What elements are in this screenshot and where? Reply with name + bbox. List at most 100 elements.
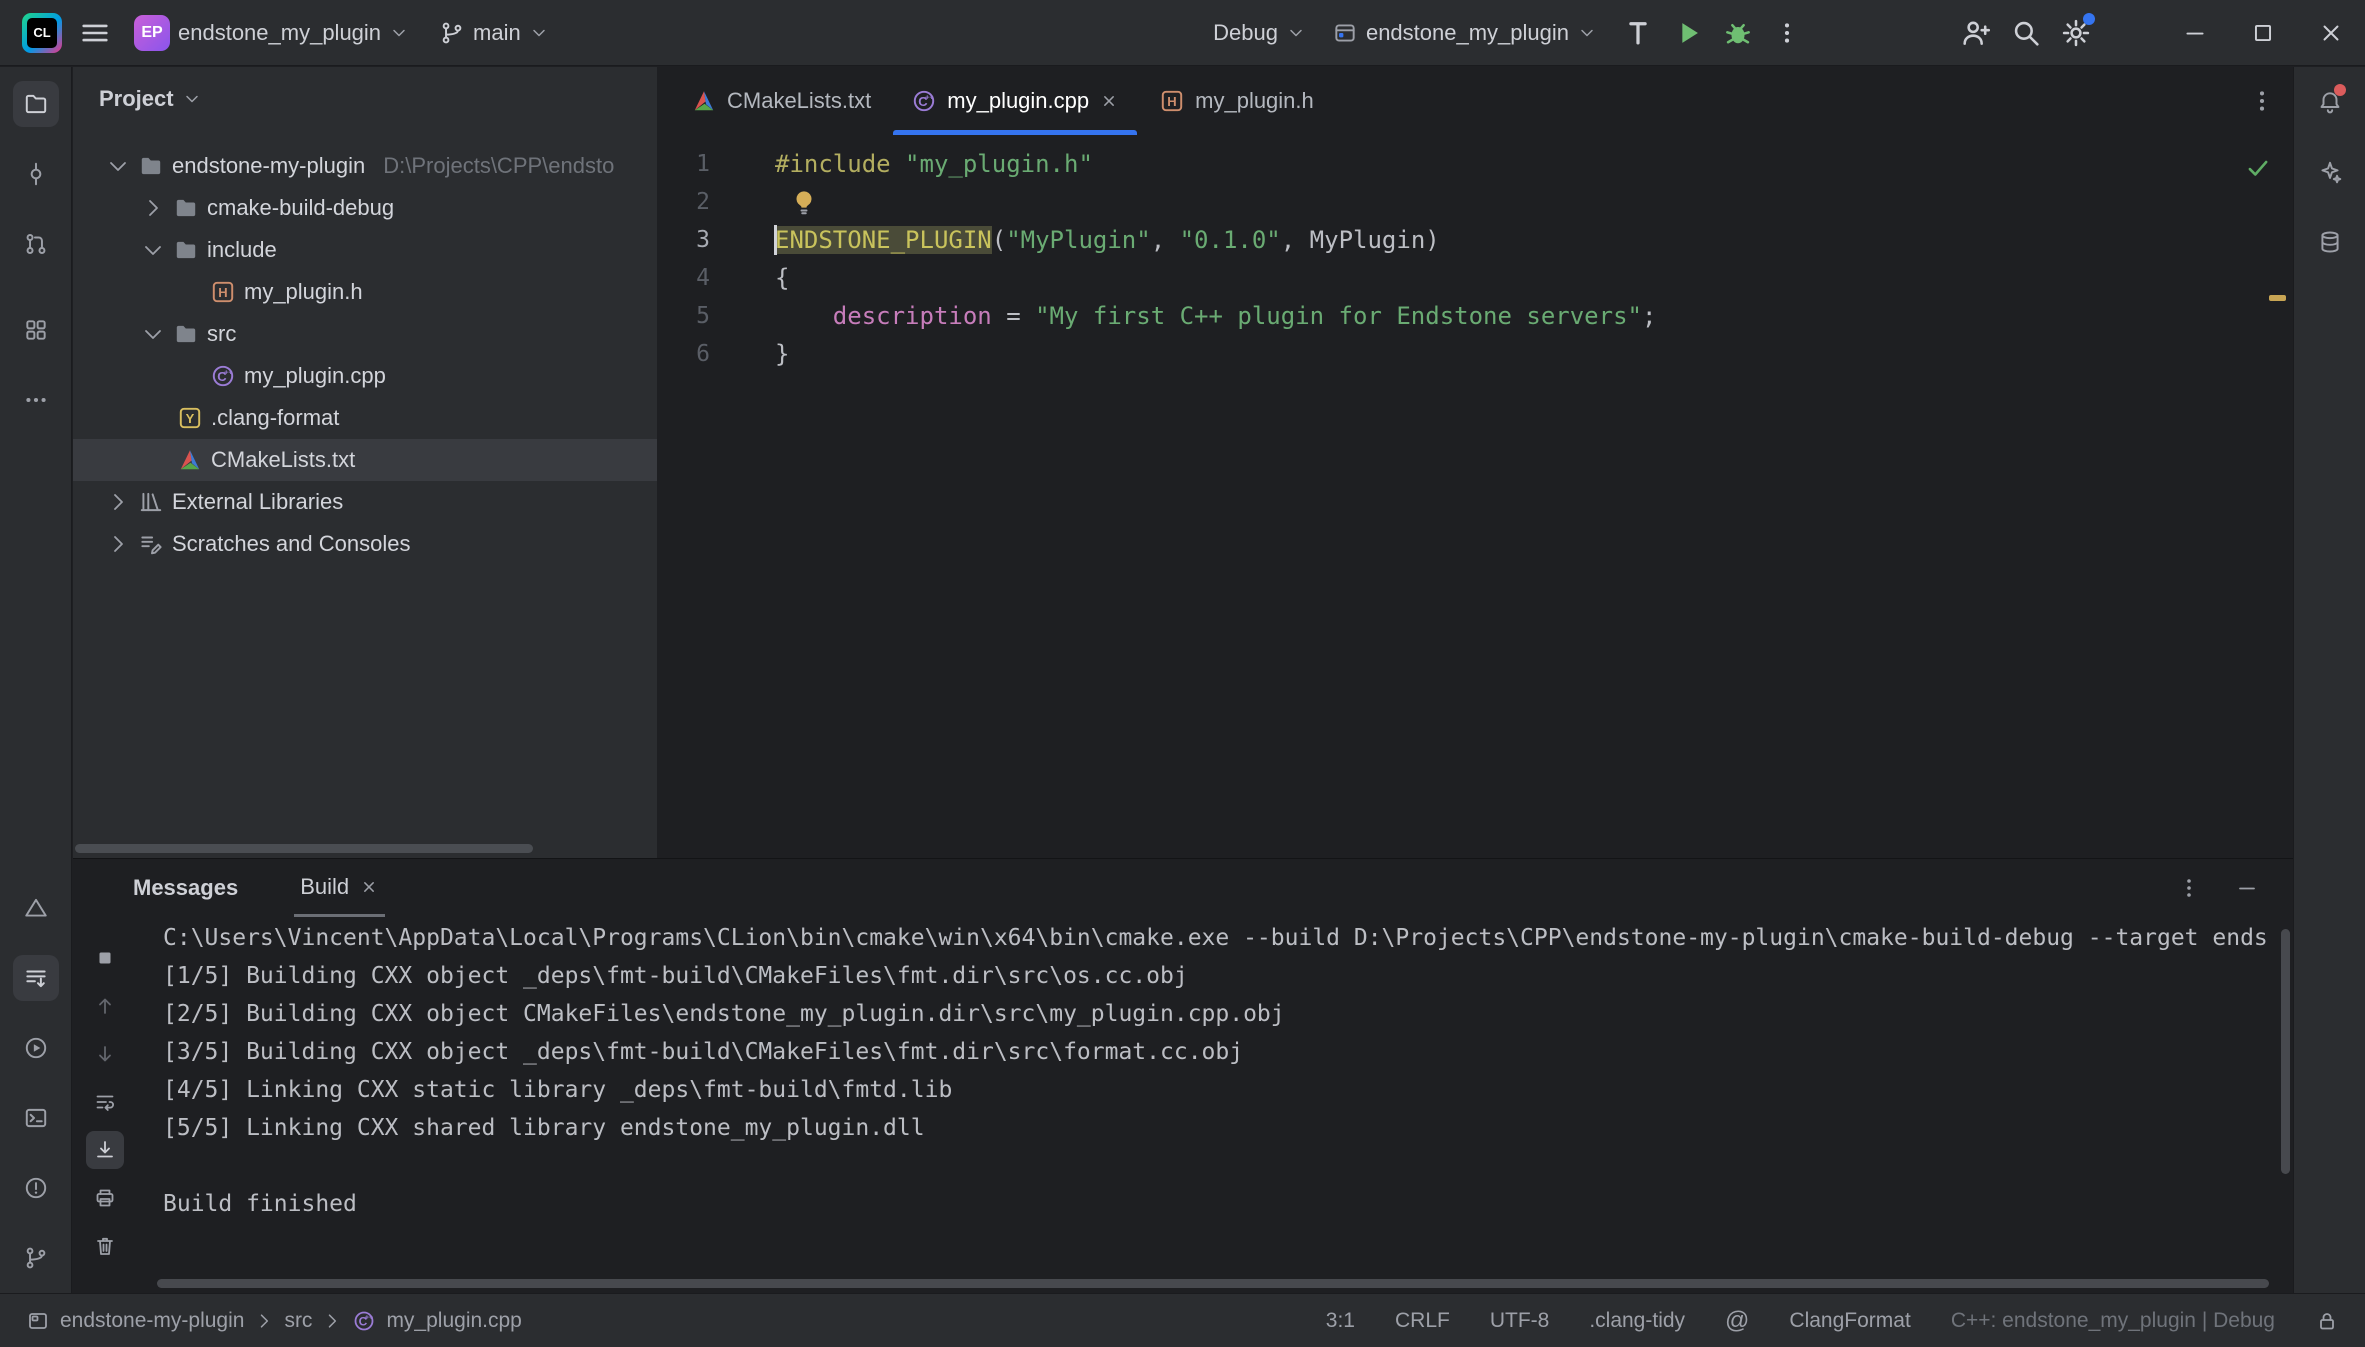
svg-text:++: ++	[925, 92, 934, 101]
tool-terminal-button[interactable]	[13, 1095, 59, 1141]
tool-alerts-button[interactable]	[13, 885, 59, 931]
run-configuration-selector[interactable]: endstone_my_plugin	[1324, 9, 1605, 57]
chevron-collapsed-icon[interactable]	[106, 490, 130, 514]
settings-button[interactable]	[2051, 9, 2101, 57]
tree-item-external-libraries[interactable]: External Libraries	[73, 481, 657, 523]
tree-item-scratches[interactable]: Scratches and Consoles	[73, 523, 657, 565]
project-panel-header[interactable]: Project	[73, 67, 657, 131]
database-button[interactable]	[2307, 219, 2353, 265]
clang-tidy-widget[interactable]: .clang-tidy	[1589, 1309, 1685, 1333]
tree-item-cmake-build-debug[interactable]: cmake-build-debug	[73, 187, 657, 229]
build-tab[interactable]: Build	[294, 859, 386, 917]
cpp-file-icon: C++	[914, 90, 935, 112]
clear-all-button[interactable]	[86, 1227, 124, 1265]
project-horizontal-scrollbar[interactable]	[75, 844, 533, 853]
chevron-collapsed-icon[interactable]	[141, 196, 165, 220]
line-number: 2	[696, 189, 710, 215]
tree-item-clang-format[interactable]: Y .clang-format	[73, 397, 657, 439]
code-with-me-button[interactable]	[1951, 9, 2001, 57]
build-button[interactable]	[1613, 9, 1663, 57]
window-minimize-button[interactable]	[2161, 0, 2229, 66]
breadcrumb-file[interactable]: my_plugin.cpp	[386, 1309, 521, 1333]
chevron-expanded-icon[interactable]	[141, 322, 165, 346]
maximize-icon	[2254, 24, 2272, 41]
resolve-context-widget[interactable]: C++: endstone_my_plugin | Debug	[1951, 1309, 2275, 1333]
tool-pull-requests-button[interactable]	[13, 221, 59, 267]
tool-structure-button[interactable]	[13, 307, 59, 353]
tree-item-include[interactable]: include	[73, 229, 657, 271]
chevron-expanded-icon[interactable]	[106, 154, 130, 178]
build-horizontal-scrollbar[interactable]	[157, 1279, 2269, 1288]
tree-item-cmakelists[interactable]: CMakeLists.txt	[73, 439, 657, 481]
main-menu-button[interactable]	[70, 9, 120, 57]
inspections-ok-icon[interactable]	[2245, 155, 2271, 181]
tab-my-plugin-h[interactable]: H my_plugin.h	[1139, 67, 1334, 135]
tool-problems-button[interactable]	[13, 1165, 59, 1211]
build-hammer-icon	[1629, 21, 1647, 45]
tool-git-button[interactable]	[13, 1235, 59, 1281]
window-close-button[interactable]	[2297, 0, 2365, 66]
tree-item-my-plugin-h[interactable]: H my_plugin.h	[73, 271, 657, 313]
caret-position-widget[interactable]: 3:1	[1326, 1309, 1355, 1333]
tool-messages-button[interactable]	[12, 955, 59, 1001]
titlebar: CL EP endstone_my_plugin main Debug ends…	[0, 0, 2365, 66]
project-selector[interactable]: EP endstone_my_plugin	[126, 9, 417, 57]
more-tool-windows-button[interactable]	[13, 377, 59, 423]
panel-options-icon[interactable]	[2177, 876, 2201, 900]
stop-button[interactable]	[86, 939, 124, 977]
panel-hide-icon[interactable]	[2235, 876, 2259, 900]
breadcrumb-src[interactable]: src	[284, 1309, 312, 1333]
code-string: "MyPlugin"	[1006, 226, 1151, 254]
tree-item-my-plugin-cpp[interactable]: C ++ my_plugin.cpp	[73, 355, 657, 397]
tool-project-button[interactable]	[12, 81, 59, 127]
notifications-button[interactable]	[2307, 79, 2353, 125]
ai-assistant-button[interactable]	[2307, 149, 2353, 195]
window-maximize-button[interactable]	[2229, 0, 2297, 66]
run-button[interactable]	[1663, 9, 1713, 57]
tool-commit-button[interactable]	[13, 151, 59, 197]
debug-button[interactable]	[1713, 9, 1763, 57]
vcs-branch-selector[interactable]: main	[431, 9, 557, 57]
branch-name: main	[473, 19, 521, 45]
build-output[interactable]: C:\Users\Vincent\AppData\Local\Programs\…	[137, 917, 2293, 1294]
tree-item-project-root[interactable]: endstone-my-plugin D:\Projects\CPP\endst…	[73, 145, 657, 187]
chevron-collapsed-icon[interactable]	[106, 532, 130, 556]
tool-run-button[interactable]	[13, 1025, 59, 1071]
build-vertical-scrollbar[interactable]	[2281, 929, 2290, 1174]
tabs-options-icon[interactable]	[2249, 88, 2275, 114]
search-everywhere-button[interactable]	[2001, 9, 2051, 57]
tab-close-icon[interactable]	[1099, 91, 1119, 111]
line-number: 1	[696, 151, 710, 177]
tree-item-label: my_plugin.cpp	[244, 363, 386, 388]
add-user-icon	[1963, 21, 1991, 45]
tab-label: CMakeLists.txt	[727, 88, 872, 113]
pull-request-icon	[26, 234, 45, 254]
more-run-actions-button[interactable]	[1763, 9, 1811, 57]
arrow-up-icon	[99, 998, 111, 1014]
app-menu-button[interactable]: CL	[14, 9, 70, 57]
header-file-icon: H	[212, 281, 234, 303]
at-icon[interactable]: @	[1725, 1307, 1749, 1335]
scroll-to-end-button[interactable]	[86, 1131, 124, 1169]
scroll-down-button[interactable]	[86, 1035, 124, 1073]
intention-bulb-icon[interactable]	[789, 187, 819, 217]
editor-surface[interactable]: 1 #include "my_plugin.h" 2 3 ENDSTONE_PL…	[657, 135, 2293, 373]
scroll-up-button[interactable]	[86, 987, 124, 1025]
chevron-expanded-icon[interactable]	[141, 238, 165, 262]
lock-icon[interactable]	[2315, 1309, 2339, 1333]
print-button[interactable]	[86, 1179, 124, 1217]
line-separator-widget[interactable]: CRLF	[1395, 1309, 1450, 1333]
tab-my-plugin-cpp[interactable]: C ++ my_plugin.cpp	[891, 67, 1139, 135]
run-mode-selector[interactable]: Debug	[1205, 9, 1314, 57]
encoding-widget[interactable]: UTF-8	[1490, 1309, 1550, 1333]
tab-close-icon[interactable]	[359, 877, 379, 897]
tree-item-src[interactable]: src	[73, 313, 657, 355]
breadcrumb-project[interactable]: endstone-my-plugin	[60, 1309, 244, 1333]
soft-wrap-button[interactable]	[86, 1083, 124, 1121]
folder-icon	[176, 241, 196, 259]
cpp-file-icon: C++	[355, 1311, 374, 1330]
tab-cmakelists[interactable]: CMakeLists.txt	[671, 67, 891, 135]
clang-format-widget[interactable]: ClangFormat	[1789, 1309, 1910, 1333]
build-log-line: C:\Users\Vincent\AppData\Local\Programs\…	[163, 925, 2268, 951]
